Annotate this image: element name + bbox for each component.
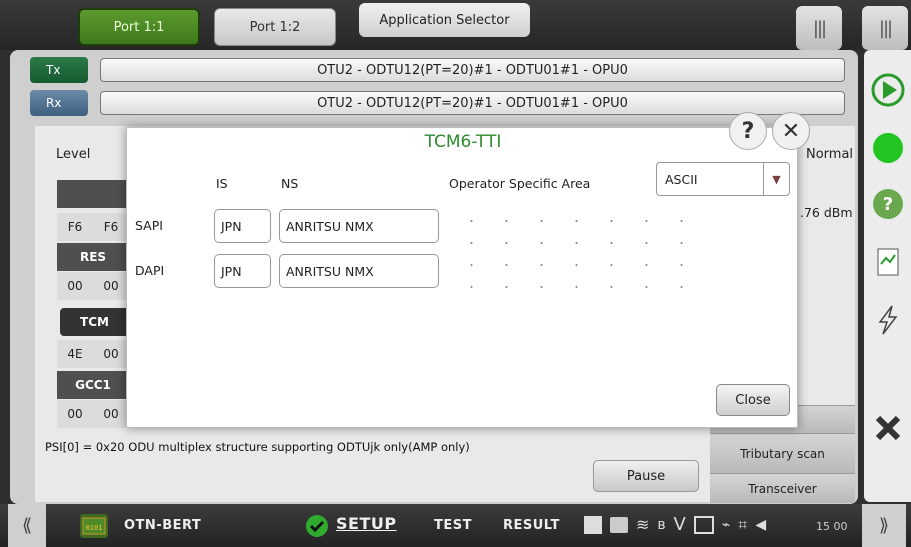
signal-icon: V [673,514,686,535]
help-icon: ? [741,118,755,144]
double-chevron-left-icon: ⟪ [21,515,32,536]
wifi-icon: ≋ [636,515,650,534]
close-app-button[interactable] [870,410,906,446]
lightning-icon [878,305,898,335]
svg-text:?: ? [883,194,893,215]
side-tab-transceiver[interactable]: Transceiver [710,473,855,503]
status-indicator [870,130,906,166]
bert-icon: 0101 [82,517,106,535]
screen-icon [693,515,714,534]
application-selector-button[interactable]: Application Selector [359,3,530,37]
res-header: RES [57,243,129,271]
start-button[interactable] [870,72,906,108]
tx-button[interactable]: Tx [30,57,88,83]
help-button-dialog[interactable]: ? [729,112,767,150]
dialog-title: TCM6-TTI [424,132,502,152]
tcm-header[interactable]: TCM [60,308,129,336]
dapi-ns-input[interactable]: ANRITSU NMX [279,254,439,288]
scroll-right-button[interactable]: ⟫ [862,504,906,547]
menu-button-2[interactable]: ||| [862,6,908,50]
close-icon [875,415,901,441]
gcc1-header: GCC1 [57,371,129,399]
close-icon: ✕ [781,118,801,144]
setup-status [305,514,329,542]
check-circle-icon [306,515,328,537]
network-icon: ⌗ [738,514,748,534]
report-button[interactable] [870,244,906,280]
psi-status-text: PSI[0] = 0x20 ODU multiplex structure su… [45,440,470,454]
tab-result[interactable]: RESULT [503,518,560,533]
rx-button[interactable]: Rx [30,90,88,116]
video-icon [610,516,628,533]
side-tab-tributary-scan[interactable]: Tributary scan [710,433,855,473]
help-icon: ? [873,189,903,219]
tx-path-row: Tx OTU2 - ODTU12(PT=20)#1 - ODTU01#1 - O… [30,56,845,84]
report-icon [877,248,899,276]
power-icon [584,515,602,534]
satellite-icon: ⌁ [721,516,731,533]
rx-path-bar[interactable]: OTU2 - ODTU12(PT=20)#1 - ODTU01#1 - OPU0 [100,91,845,115]
menu-icon: ||| [878,17,893,39]
app-name: OTN-BERT [124,518,202,533]
status-led-icon [873,133,903,163]
app-icon[interactable]: 0101 [80,514,108,538]
tab-port-1-1[interactable]: Port 1:1 [78,8,200,46]
overhead-cell[interactable]: 4E [57,340,93,368]
overhead-cell[interactable]: 00 [93,340,129,368]
pause-button[interactable]: Pause [593,460,699,492]
dapi-label: DAPI [135,263,165,278]
tab-setup[interactable]: SETUP [336,514,397,533]
operator-area-label: Operator Specific Area [449,176,591,191]
power-readout: .76 dBm [800,205,853,220]
tab-port-1-2[interactable]: Port 1:2 [214,8,336,46]
rx-path-row: Rx OTU2 - ODTU12(PT=20)#1 - ODTU01#1 - O… [30,89,845,117]
scroll-left-button[interactable]: ⟪ [8,504,46,547]
menu-icon: ||| [812,17,827,39]
close-button[interactable]: Close [716,384,790,416]
encoding-value: ASCII [665,171,698,187]
level-label: Level [56,147,91,162]
dropdown-arrow-icon: ▼ [763,163,789,195]
dialog-close-button[interactable]: ✕ [772,112,810,150]
play-icon [871,73,905,107]
help-button[interactable]: ? [870,186,906,222]
menu-button-1[interactable]: ||| [796,6,842,50]
sapi-is-input[interactable]: JPN [214,209,271,243]
overhead-cell[interactable]: 00 [57,272,93,300]
speaker-icon: ◀ [755,516,767,533]
tx-path-bar[interactable]: OTU2 - ODTU12(PT=20)#1 - ODTU01#1 - OPU0 [100,58,845,82]
operator-specific-area-grid[interactable] [449,204,699,300]
bluetooth-icon: ʙ [657,516,666,533]
ns-column-label: NS [281,176,299,191]
status-icons: ≋ ʙ V ⌁ ⌗ ◀ [584,514,766,535]
double-chevron-right-icon: ⟫ [878,515,889,536]
tcm-tti-dialog: TCM6-TTI IS NS Operator Specific Area AS… [126,127,798,428]
overhead-cell[interactable]: 00 [93,400,129,428]
dapi-is-input[interactable]: JPN [214,254,271,288]
sapi-ns-input[interactable]: ANRITSU NMX [279,209,439,243]
error-insert-button[interactable] [870,302,906,338]
is-column-label: IS [216,176,228,191]
encoding-select[interactable]: ASCII ▼ [656,162,790,196]
grid-header-cell [57,180,129,208]
overhead-cell[interactable]: F6 [93,213,129,241]
clock: 15 00 [816,520,848,533]
overhead-cell[interactable]: 00 [57,400,93,428]
overhead-cell[interactable]: F6 [57,213,93,241]
tab-test[interactable]: TEST [434,518,472,533]
overhead-cell[interactable]: 00 [93,272,129,300]
svg-text:0101: 0101 [86,524,103,532]
sapi-label: SAPI [135,218,163,233]
normal-label: Normal [806,147,854,162]
